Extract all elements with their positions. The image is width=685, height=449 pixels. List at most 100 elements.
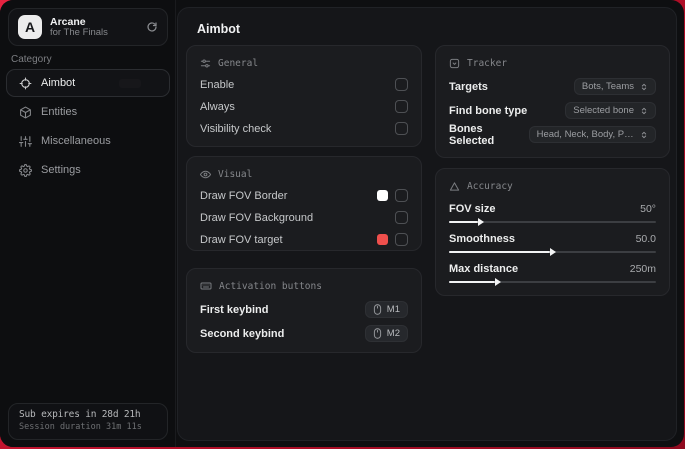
targets-dropdown[interactable]: Bots, Teams (573, 78, 656, 95)
sidebar-item-aimbot[interactable]: Aimbot (6, 69, 170, 97)
tracker-title: Tracker (467, 57, 508, 69)
slider-fill[interactable] (449, 217, 484, 226)
keybind-value: M2 (386, 328, 400, 339)
enable-checkbox[interactable] (395, 78, 408, 91)
eye-icon (200, 170, 211, 178)
slider-value: 50.0 (635, 232, 656, 245)
general-title: General (218, 57, 259, 69)
setting-label: First keybind (200, 303, 269, 316)
setting-row-first-keybind: First keybind M1 (200, 301, 408, 318)
app-window: A Arcane for The Finals Category Aimbot … (0, 0, 684, 447)
slider-label: FOV size (449, 202, 496, 215)
setting-row-targets: Targets Bots, Teams (449, 78, 656, 95)
slider-value: 250m (629, 262, 656, 275)
triangle-icon (449, 181, 460, 191)
setting-label: Draw FOV target (200, 233, 283, 246)
sidebar-item-label: Entities (41, 106, 78, 118)
bones-selected-dropdown[interactable]: Head, Neck, Body, Pe... (528, 126, 656, 143)
category-label: Category (11, 54, 52, 65)
general-card: General Enable Always Visibility check (186, 45, 422, 147)
dropdown-value: Bots, Teams (581, 81, 634, 92)
sidebar-item-entities[interactable]: Entities (6, 98, 170, 126)
setting-row-find-bone-type: Find bone type Selected bone (449, 102, 656, 119)
subscription-info-card: Sub expires in 28d 21h Session duration … (8, 403, 168, 440)
first-keybind-button[interactable]: M1 (364, 301, 408, 318)
chevron-updown-icon (641, 107, 647, 114)
dropdown-value: Selected bone (573, 105, 634, 116)
slider-label: Max distance (449, 262, 519, 275)
setting-row-always: Always (200, 99, 408, 114)
fov-size-slider-block: FOV size 50° (449, 202, 656, 226)
setting-label: Draw FOV Border (200, 189, 288, 202)
sidebar-item-label: Settings (41, 164, 81, 176)
always-checkbox[interactable] (395, 100, 408, 113)
tracker-card: Tracker Targets Bots, Teams Find bone ty… (435, 45, 670, 158)
visibility-check-checkbox[interactable] (395, 122, 408, 135)
setting-label: Draw FOV Background (200, 211, 314, 224)
setting-label: Targets (449, 80, 488, 93)
slider-value: 50° (640, 202, 656, 215)
session-duration-text: Session duration 31m 11s (19, 422, 142, 432)
activation-buttons-card: Activation buttons First keybind M1 Seco… (186, 268, 422, 353)
keybind-value: M1 (386, 304, 400, 315)
max-distance-slider[interactable] (449, 277, 656, 286)
slider-fill[interactable] (449, 247, 557, 256)
slider-label: Smoothness (449, 232, 516, 245)
fov-background-checkbox[interactable] (395, 211, 408, 224)
fov-target-color-swatch[interactable] (377, 234, 388, 245)
app-name: Arcane (50, 15, 86, 28)
sidebar-item-label: Miscellaneous (41, 135, 111, 147)
sidebar-item-settings[interactable]: Settings (6, 156, 170, 184)
setting-row-fov-target: Draw FOV target (200, 232, 408, 247)
mouse-icon (373, 304, 381, 315)
activation-title: Activation buttons (219, 280, 322, 292)
main-panel: Aimbot General Enable Always Visibility … (177, 7, 677, 441)
max-distance-slider-block: Max distance 250m (449, 262, 656, 286)
refresh-icon[interactable] (146, 21, 158, 33)
sidebar-item-miscellaneous[interactable]: Miscellaneous (6, 127, 170, 155)
entities-icon (18, 106, 32, 119)
tracker-icon (449, 58, 460, 68)
visual-card: Visual Draw FOV Border Draw FOV Backgrou… (186, 156, 422, 251)
chevron-updown-icon (641, 83, 647, 90)
smoothness-slider-block: Smoothness 50.0 (449, 232, 656, 256)
setting-row-second-keybind: Second keybind M2 (200, 325, 408, 342)
setting-row-fov-background: Draw FOV Background (200, 210, 408, 225)
setting-label: Visibility check (200, 122, 272, 135)
app-logo: A (18, 15, 42, 39)
smoothness-slider[interactable] (449, 247, 656, 256)
setting-row-fov-border: Draw FOV Border (200, 188, 408, 203)
sliders-icon (18, 135, 32, 148)
general-icon (200, 59, 211, 67)
setting-label: Bones Selected (449, 122, 495, 147)
setting-label: Find bone type (449, 104, 528, 117)
setting-row-enable: Enable (200, 77, 408, 92)
accuracy-card: Accuracy FOV size 50° Smoothness 50.0 Ma… (435, 168, 670, 296)
dropdown-value: Head, Neck, Body, Pe... (536, 129, 634, 140)
page-title: Aimbot (197, 22, 241, 36)
slider-fill[interactable] (449, 277, 501, 286)
setting-label: Second keybind (200, 327, 285, 340)
setting-row-visibility-check: Visibility check (200, 121, 408, 136)
sidebar: A Arcane for The Finals Category Aimbot … (0, 0, 176, 447)
crosshair-icon (18, 77, 32, 90)
fov-border-checkbox[interactable] (395, 189, 408, 202)
app-subtitle: for The Finals (50, 26, 108, 38)
sidebar-nav: Aimbot Entities Miscellaneous Settings (6, 69, 170, 185)
second-keybind-button[interactable]: M2 (364, 325, 408, 342)
aimbot-hover-badge (119, 79, 141, 88)
gear-icon (18, 163, 32, 177)
chevron-updown-icon (641, 131, 647, 138)
visual-title: Visual (218, 168, 253, 180)
setting-row-bones-selected: Bones Selected Head, Neck, Body, Pe... (449, 123, 656, 147)
mouse-icon (373, 328, 381, 339)
setting-label: Always (200, 100, 235, 113)
find-bone-type-dropdown[interactable]: Selected bone (565, 102, 656, 119)
desktop-background: A Arcane for The Finals Category Aimbot … (0, 0, 685, 449)
keyboard-icon (200, 282, 212, 290)
setting-label: Enable (200, 78, 235, 91)
fov-border-color-swatch[interactable] (377, 190, 388, 201)
sub-expiry-text: Sub expires in 28d 21h (19, 409, 141, 420)
fov-size-slider[interactable] (449, 217, 656, 226)
fov-target-checkbox[interactable] (395, 233, 408, 246)
